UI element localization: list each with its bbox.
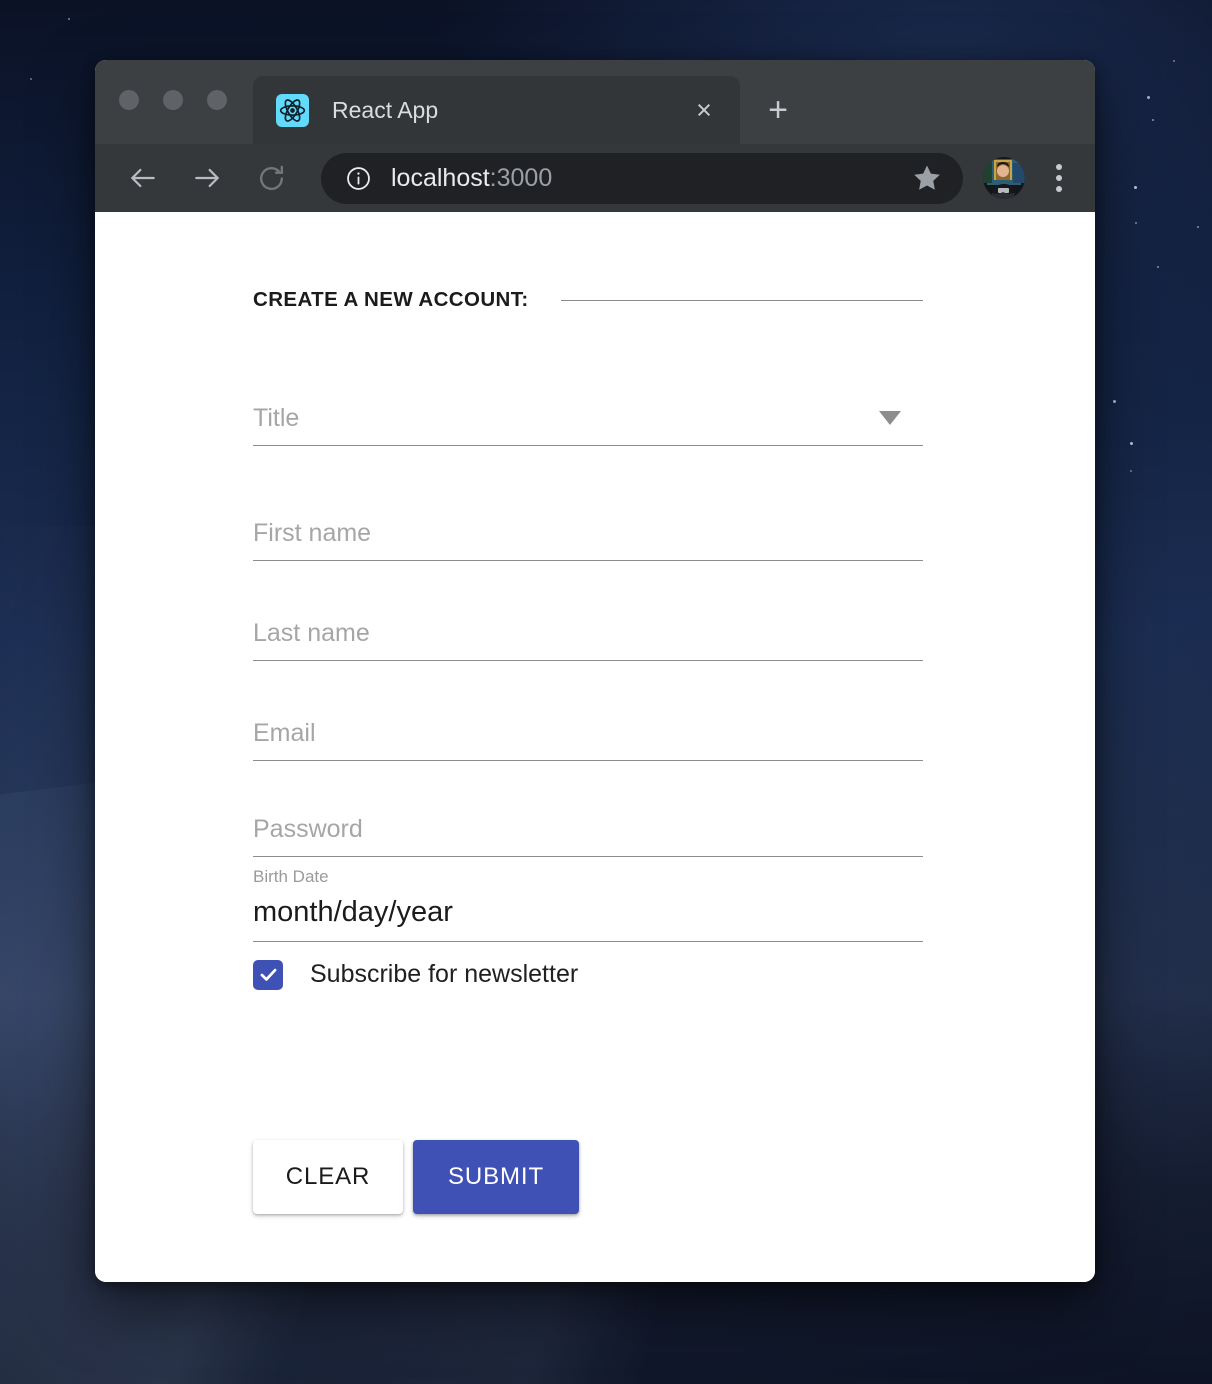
menu-dot [1056, 186, 1062, 192]
chevron-down-icon[interactable] [879, 411, 901, 425]
form-actions: CLEAR SUBMIT [253, 1139, 923, 1214]
arrow-left-icon[interactable] [117, 152, 169, 204]
submit-button[interactable]: SUBMIT [413, 1139, 579, 1214]
star [1152, 119, 1154, 121]
page-content: CREATE A NEW ACCOUNT: Title First name L… [95, 212, 1095, 1282]
birth-date-value[interactable]: month/day/year [253, 896, 923, 929]
new-tab-button[interactable]: + [752, 84, 804, 136]
form-section-header: CREATE A NEW ACCOUNT: [253, 288, 923, 312]
password-placeholder: Password [253, 815, 363, 843]
last-name-input[interactable]: Last name [253, 561, 923, 661]
arrow-right-icon[interactable] [181, 152, 233, 204]
newsletter-checkbox-label: Subscribe for newsletter [310, 960, 579, 989]
star [1147, 96, 1150, 99]
page-title: CREATE A NEW ACCOUNT: [253, 288, 529, 311]
clear-button[interactable]: CLEAR [253, 1139, 403, 1214]
url-host: localhost [391, 163, 490, 192]
star [30, 78, 32, 80]
window-minimize-button[interactable] [163, 90, 183, 110]
star [1135, 222, 1137, 224]
first-name-placeholder: First name [253, 519, 372, 547]
star [1197, 226, 1199, 228]
window-close-button[interactable] [119, 90, 139, 110]
newsletter-checkbox-row[interactable]: Subscribe for newsletter [253, 959, 923, 990]
browser-window: React App × + localhost:3000 CREATE A NE… [95, 60, 1095, 1282]
menu-dot [1056, 175, 1062, 181]
tab-react-app[interactable]: React App × [253, 76, 740, 144]
star [1130, 470, 1132, 472]
browser-toolbar: localhost:3000 [95, 144, 1095, 212]
star-icon[interactable] [911, 162, 943, 194]
last-name-placeholder: Last name [253, 619, 370, 647]
star [1113, 400, 1116, 403]
profile-avatar[interactable] [983, 157, 1025, 199]
first-name-input[interactable]: First name [253, 461, 923, 561]
address-bar-url: localhost:3000 [391, 164, 903, 193]
close-icon[interactable]: × [686, 92, 722, 128]
star [1173, 60, 1175, 62]
signup-form: CREATE A NEW ACCOUNT: Title First name L… [253, 212, 923, 1214]
menu-dot [1056, 164, 1062, 170]
header-divider [560, 299, 923, 301]
window-traffic-lights [119, 90, 227, 110]
star [68, 18, 70, 20]
react-logo-icon [276, 93, 309, 127]
newsletter-checkbox[interactable] [253, 959, 283, 990]
star [1157, 266, 1159, 268]
star [1130, 442, 1133, 445]
birth-date-input[interactable]: Birth Date month/day/year [253, 857, 923, 942]
title-select[interactable]: Title [253, 361, 923, 446]
tab-strip: React App × + [95, 60, 1095, 144]
email-placeholder: Email [253, 719, 316, 747]
info-circle-icon[interactable] [345, 165, 372, 192]
tab-title: React App [332, 96, 439, 123]
title-placeholder: Title [253, 404, 300, 432]
address-bar[interactable]: localhost:3000 [321, 152, 963, 204]
three-dots-vertical-icon[interactable] [1039, 155, 1079, 201]
star [1134, 186, 1137, 189]
reload-icon[interactable] [245, 152, 297, 204]
window-zoom-button[interactable] [207, 90, 227, 110]
email-input[interactable]: Email [253, 661, 923, 761]
url-port: :3000 [489, 163, 553, 192]
password-input[interactable]: Password [253, 761, 923, 857]
birth-date-label: Birth Date [253, 867, 329, 886]
